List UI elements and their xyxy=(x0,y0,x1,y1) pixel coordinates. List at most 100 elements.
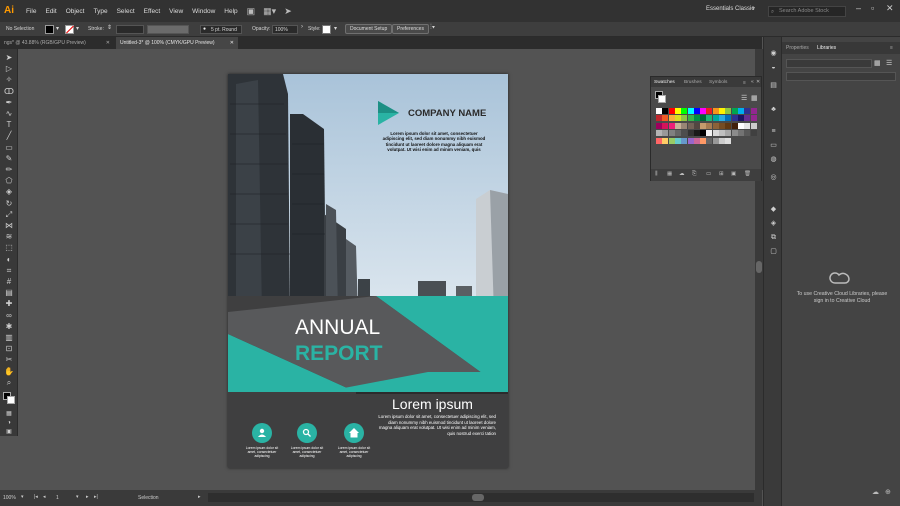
rectangle-tool-icon[interactable]: ▭ xyxy=(4,143,14,153)
swatch-options-icon[interactable]: ⎘ xyxy=(692,171,696,178)
swatch-chip[interactable] xyxy=(737,108,744,114)
swatch-chip[interactable] xyxy=(737,115,744,122)
arrange-documents-icon[interactable]: ▦▾ xyxy=(263,6,276,17)
swatch-chip[interactable] xyxy=(719,130,725,137)
close-tab-icon[interactable]: ✕ xyxy=(230,37,234,49)
chevron-down-icon[interactable]: ▾ xyxy=(56,25,59,32)
document-setup-button[interactable]: Document Setup xyxy=(345,24,393,34)
library-dropdown[interactable] xyxy=(786,59,872,68)
swatch-chip[interactable] xyxy=(674,137,681,144)
screen-mode-icon[interactable]: ▣ xyxy=(4,427,14,437)
swatch-chip[interactable] xyxy=(737,130,744,137)
panel-menu-icon[interactable]: ≡ xyxy=(743,80,746,86)
swatch-chip[interactable] xyxy=(674,122,681,129)
swatch-chip[interactable] xyxy=(750,108,757,114)
zoom-level[interactable]: 100% xyxy=(3,495,16,501)
swatch-chip[interactable] xyxy=(744,122,751,129)
artboards-icon[interactable]: ◈ xyxy=(769,219,778,228)
menu-view[interactable]: View xyxy=(169,8,183,15)
chevron-down-icon[interactable]: ▾ xyxy=(334,25,337,32)
swatch-chip[interactable] xyxy=(712,137,719,144)
library-search-input[interactable] xyxy=(786,72,896,81)
scrollbar-thumb[interactable] xyxy=(472,494,484,501)
add-content-icon[interactable]: ⊕ xyxy=(885,488,891,496)
swatch-chip[interactable] xyxy=(693,108,700,114)
swatch-chip[interactable] xyxy=(687,130,694,137)
menu-type[interactable]: Type xyxy=(93,8,107,15)
direct-selection-tool-icon[interactable]: ▷ xyxy=(4,64,14,74)
swatch-chip[interactable] xyxy=(668,115,675,122)
color-icon[interactable]: ◉ xyxy=(769,49,778,58)
chevron-down-icon[interactable]: ▾ xyxy=(21,494,24,500)
swatch-libraries-icon[interactable]: ⫼ xyxy=(655,171,658,178)
color-guide-icon[interactable]: ◒ xyxy=(769,63,778,72)
artboard-icon[interactable]: ⊡ xyxy=(4,344,14,354)
chevron-down-icon[interactable]: ▾ xyxy=(76,494,79,500)
shape-builder-icon[interactable]: ◐ xyxy=(4,255,14,265)
hand-icon[interactable]: ✋ xyxy=(4,367,14,377)
swatch-chip[interactable] xyxy=(725,137,732,144)
swatch-chip[interactable] xyxy=(744,130,751,137)
swatch-chip[interactable] xyxy=(681,137,688,144)
annual-title[interactable]: ANNUAL xyxy=(295,316,380,340)
blend-icon[interactable]: ∞ xyxy=(4,311,14,321)
new-color-group-icon[interactable]: ▭ xyxy=(706,171,711,177)
swatch-chip[interactable] xyxy=(725,108,732,114)
swatch-chip[interactable] xyxy=(706,137,713,144)
icon-caption-1[interactable]: Lorem ipsum dolor sit amet, consectetuer… xyxy=(242,446,282,459)
appearance-icon[interactable]: ◎ xyxy=(769,173,778,182)
align-icon[interactable]: ⫶▾ xyxy=(430,24,435,32)
swatch-chip[interactable] xyxy=(693,137,700,144)
swatch-chip[interactable] xyxy=(750,122,757,129)
swatch-chip[interactable] xyxy=(693,115,700,122)
icon-caption-3[interactable]: Lorem ipsum dolor sit amet, consectetuer… xyxy=(334,446,374,459)
zoom-icon[interactable]: ⌕ xyxy=(4,378,14,388)
menu-effect[interactable]: Effect xyxy=(144,8,161,15)
swatch-chip[interactable] xyxy=(656,122,662,129)
list-view-icon[interactable]: ☰ xyxy=(741,94,747,102)
company-name[interactable]: COMPANY NAME xyxy=(408,108,486,119)
fill-swatch[interactable] xyxy=(45,25,54,34)
transparency-icon[interactable]: ◍ xyxy=(769,155,778,164)
type-tool-icon[interactable]: T xyxy=(4,120,14,130)
swatch-chip[interactable] xyxy=(725,115,732,122)
stroke-icon[interactable]: ≡ xyxy=(769,127,778,136)
opacity-field[interactable]: 100% xyxy=(272,25,298,34)
swatch-chip[interactable] xyxy=(706,115,713,122)
stroke-indicator[interactable] xyxy=(658,95,666,103)
folder-icon[interactable]: ▣ xyxy=(731,171,736,177)
workspace-switcher[interactable]: Essentials Classic xyxy=(706,6,754,12)
graph-icon[interactable]: ▥ xyxy=(4,333,14,343)
swatch-chip[interactable] xyxy=(706,122,713,129)
swatch-chip[interactable] xyxy=(725,130,732,137)
bridge-icon[interactable]: ▣ xyxy=(247,6,256,17)
pencil-icon[interactable]: ✏ xyxy=(4,165,14,175)
graphic-style-swatch[interactable] xyxy=(322,25,331,34)
swatch-chip[interactable] xyxy=(737,122,744,129)
shaper-icon[interactable]: ⬠ xyxy=(4,176,14,186)
menu-file[interactable]: File xyxy=(26,8,36,15)
perspective-icon[interactable]: ⌗ xyxy=(4,266,14,276)
tab-brushes[interactable]: Brushes xyxy=(684,80,702,85)
brush-definition[interactable]: ● 5 pt. Round xyxy=(200,25,242,34)
links-icon[interactable]: ▢ xyxy=(769,247,778,256)
artboard-number[interactable]: 1 xyxy=(56,495,59,501)
lorem-ipsum-heading[interactable]: Lorem ipsum xyxy=(392,396,473,412)
free-transform-icon[interactable]: ⬚ xyxy=(4,243,14,253)
minimize-icon[interactable]: – xyxy=(856,3,861,13)
swatch-chip[interactable] xyxy=(656,108,662,114)
new-swatch-icon[interactable]: ⊞ xyxy=(719,171,724,177)
delete-swatch-icon[interactable]: 🗑 xyxy=(744,171,751,177)
swatch-chip[interactable] xyxy=(687,122,694,129)
scale-icon[interactable]: ⤢ xyxy=(4,210,14,220)
swatch-chip[interactable] xyxy=(750,115,757,122)
swatch-chip[interactable] xyxy=(687,108,694,114)
prev-artboard-icon[interactable]: ◂ xyxy=(43,494,46,500)
swatch-chip[interactable] xyxy=(681,108,688,114)
swatch-chip[interactable] xyxy=(750,130,757,137)
list-view-icon[interactable]: ☰ xyxy=(886,59,892,67)
first-artboard-icon[interactable]: |◂ xyxy=(34,494,38,500)
swatch-chip[interactable] xyxy=(712,122,719,129)
artboard[interactable]: COMPANY NAME Lorem ipsum dolor sit amet,… xyxy=(228,74,508,468)
swatch-chip[interactable] xyxy=(674,130,681,137)
